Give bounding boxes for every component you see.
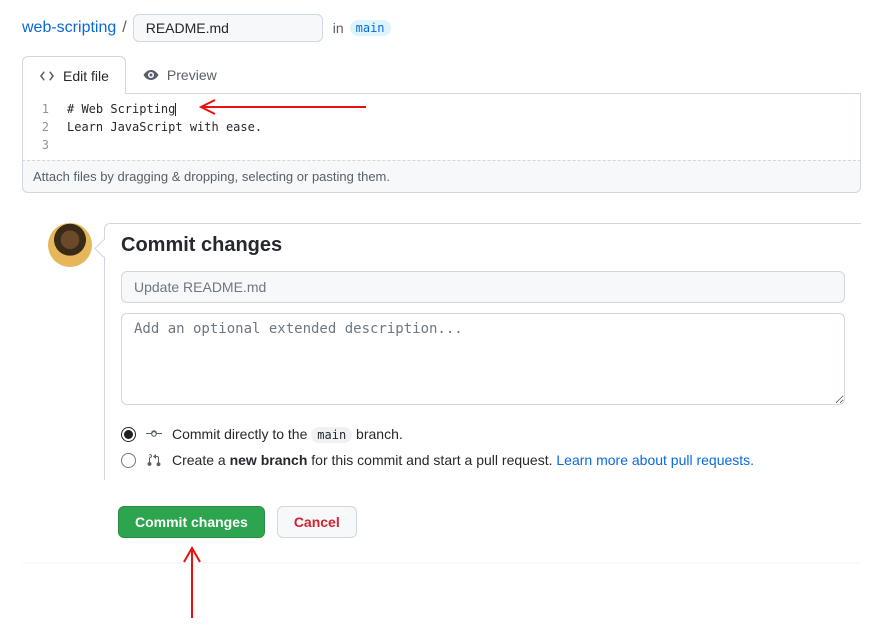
commit-summary-input[interactable] [121,271,845,303]
annotation-arrow-icon [172,540,212,620]
commit-description-input[interactable] [121,313,845,405]
radio-commit-direct[interactable]: Commit directly to the main branch. [121,426,845,442]
avatar[interactable] [48,223,92,267]
breadcrumb-separator: / [122,19,126,37]
in-label: in [333,20,344,36]
code-text[interactable]: Learn JavaScript with ease. [67,118,262,136]
commit-area: Commit changes Commit directly to the ma… [48,223,861,480]
radio-new-branch[interactable]: Create a new branch for this commit and … [121,452,845,468]
radio-commit-direct-label: Commit directly to the main branch. [172,426,403,442]
commit-buttons: Commit changes Cancel [118,506,861,538]
editor-line[interactable]: 1 # Web Scripting [23,100,860,118]
commit-button[interactable]: Commit changes [118,506,265,538]
commit-heading: Commit changes [121,234,845,257]
filename-input[interactable] [133,14,323,42]
tabs: Edit file Preview [22,56,861,94]
breadcrumb: web-scripting / in main [0,0,883,46]
text-caret [175,103,176,116]
code-text[interactable]: # Web Scripting [67,100,176,118]
radio-new-branch-input[interactable] [121,453,136,468]
repo-link[interactable]: web-scripting [22,19,116,37]
code-editor[interactable]: 1 # Web Scripting 2 Learn JavaScript wit… [22,94,861,160]
git-pull-request-icon [146,452,162,468]
horizontal-rule [22,562,861,564]
attach-hint[interactable]: Attach files by dragging & dropping, sel… [22,160,861,193]
branch-pill-inline: main [311,427,352,443]
radio-commit-direct-input[interactable] [121,427,136,442]
tab-preview-label: Preview [167,67,217,83]
editor-line[interactable]: 2 Learn JavaScript with ease. [23,118,860,136]
line-number: 2 [23,118,67,136]
git-commit-icon [146,426,162,442]
editor-line[interactable]: 3 [23,136,860,154]
radio-new-branch-label: Create a new branch for this commit and … [172,452,754,468]
tab-edit-label: Edit file [63,68,109,84]
cancel-button[interactable]: Cancel [277,506,357,538]
learn-more-link[interactable]: Learn more about pull requests. [556,452,754,468]
commit-panel: Commit changes Commit directly to the ma… [104,223,861,480]
line-number: 1 [23,100,67,118]
code-icon [39,68,55,84]
eye-icon [143,67,159,83]
tab-edit-file[interactable]: Edit file [22,56,126,94]
branch-pill[interactable]: main [350,20,391,36]
line-number: 3 [23,136,67,154]
tab-preview[interactable]: Preview [126,56,234,93]
